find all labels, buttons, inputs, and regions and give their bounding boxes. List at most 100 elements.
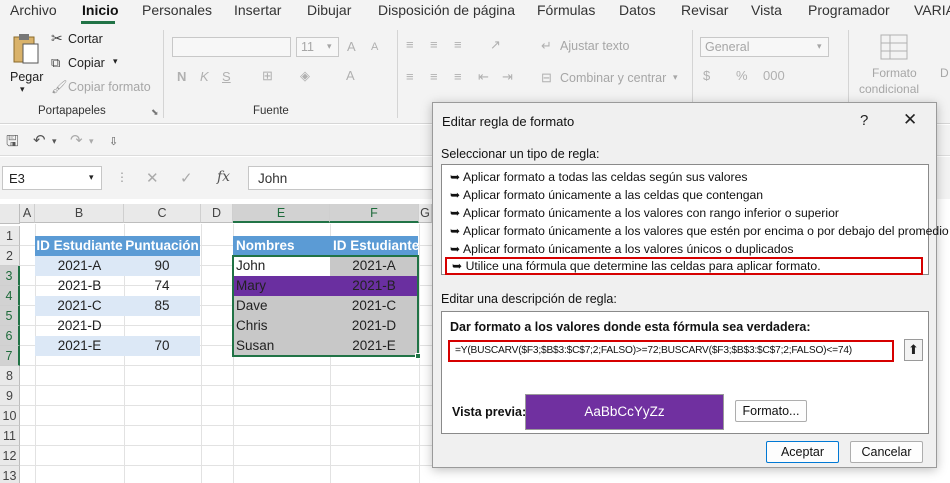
table1-cell[interactable]: 70 bbox=[124, 336, 200, 356]
help-icon[interactable]: ? bbox=[860, 112, 868, 129]
align-bottom-icon[interactable]: ≡ bbox=[454, 37, 462, 52]
fill-handle[interactable] bbox=[415, 353, 421, 359]
fill-color-icon[interactable]: ◈ bbox=[300, 68, 310, 84]
tab-dibujar[interactable]: Dibujar bbox=[307, 2, 351, 18]
enter-icon[interactable]: ✓ bbox=[180, 169, 193, 187]
row-header-8[interactable]: 8 bbox=[0, 366, 20, 386]
thousands-icon[interactable]: 000 bbox=[763, 68, 785, 83]
row-header-9[interactable]: 9 bbox=[0, 386, 20, 406]
row-header-5[interactable]: 5 bbox=[0, 306, 20, 326]
italic-icon[interactable]: K bbox=[200, 69, 209, 84]
customize-qat-icon[interactable]: ⇩ bbox=[109, 135, 118, 148]
column-header-c[interactable]: C bbox=[124, 204, 201, 223]
table1-cell[interactable]: 90 bbox=[124, 256, 200, 276]
copy-button[interactable]: ⧉ Copiar ▾ bbox=[51, 55, 131, 73]
tab-archivo[interactable]: Archivo bbox=[10, 2, 57, 18]
table1-cell[interactable]: 74 bbox=[124, 276, 200, 296]
formula-input[interactable]: John bbox=[248, 166, 433, 190]
orientation-icon[interactable]: ↗ bbox=[490, 37, 501, 53]
borders-icon[interactable]: ⊞ bbox=[262, 68, 273, 84]
align-right-icon[interactable]: ≡ bbox=[454, 69, 462, 84]
ok-button[interactable]: Aceptar bbox=[766, 441, 839, 463]
table2-header-id[interactable]: ID Estudiante bbox=[330, 236, 418, 256]
close-icon[interactable]: ✕ bbox=[903, 110, 917, 130]
underline-icon[interactable]: S bbox=[222, 69, 231, 84]
tab-inicio[interactable]: Inicio bbox=[82, 2, 119, 18]
cancel-button[interactable]: Cancelar bbox=[850, 441, 923, 463]
merge-center-button[interactable]: ⊟ Combinar y centrar ▾ bbox=[541, 70, 681, 88]
number-format-select[interactable]: General ▾ bbox=[700, 37, 829, 57]
cut-button[interactable]: ✂ Cortar bbox=[51, 30, 111, 49]
row-header-2[interactable]: 2 bbox=[0, 246, 20, 266]
undo-icon[interactable]: ↶ bbox=[33, 131, 46, 149]
tab-disposicion[interactable]: Disposición de página bbox=[378, 2, 515, 18]
row-header-3[interactable]: 3 bbox=[0, 266, 20, 286]
row-header-12[interactable]: 12 bbox=[0, 446, 20, 466]
row-header-7[interactable]: 7 bbox=[0, 346, 20, 366]
bold-icon[interactable]: N bbox=[177, 69, 186, 84]
column-header-f[interactable]: F bbox=[330, 204, 419, 223]
column-header-d[interactable]: D bbox=[201, 204, 233, 223]
table1-cell[interactable]: 2021-C bbox=[35, 296, 124, 316]
conditional-format-button[interactable]: Formato condicional bbox=[856, 30, 938, 100]
table1-cell[interactable]: 2021-E bbox=[35, 336, 124, 356]
table1-cell[interactable]: 2021-D bbox=[35, 316, 124, 336]
column-header-e[interactable]: E bbox=[233, 204, 330, 223]
percent-icon[interactable]: % bbox=[736, 68, 748, 83]
insert-function-icon[interactable]: fx bbox=[217, 169, 230, 185]
paste-button[interactable]: Pegar ▾ bbox=[6, 30, 46, 96]
increase-indent-icon[interactable]: ⇥ bbox=[502, 69, 513, 85]
tab-personales[interactable]: Personales bbox=[142, 2, 212, 18]
tab-varia[interactable]: VARIA bbox=[914, 2, 950, 18]
chevron-down-icon[interactable]: ▾ bbox=[52, 136, 57, 147]
tab-insertar[interactable]: Insertar bbox=[234, 2, 281, 18]
align-left-icon[interactable]: ≡ bbox=[406, 69, 414, 84]
format-painter-button[interactable]: 🖌 Copiar formato bbox=[51, 79, 151, 97]
table1-cell[interactable]: 2021-A bbox=[35, 256, 124, 276]
column-header-a[interactable]: A bbox=[20, 204, 35, 223]
table1-header-score[interactable]: Puntuación bbox=[124, 236, 200, 256]
tab-vista[interactable]: Vista bbox=[751, 2, 782, 18]
table1-cell[interactable] bbox=[124, 316, 200, 336]
decrease-font-icon[interactable]: A bbox=[371, 41, 378, 53]
increase-font-icon[interactable]: A bbox=[347, 39, 356, 54]
row-header-6[interactable]: 6 bbox=[0, 326, 20, 346]
align-top-icon[interactable]: ≡ bbox=[406, 37, 414, 52]
tab-formulas[interactable]: Fórmulas bbox=[537, 2, 595, 18]
chevron-down-icon[interactable]: ▾ bbox=[89, 136, 94, 147]
table2-header-names[interactable]: Nombres bbox=[233, 236, 330, 256]
tab-datos[interactable]: Datos bbox=[619, 2, 656, 18]
rule-type-item[interactable]: ➥ Aplicar formato únicamente a las celda… bbox=[450, 188, 763, 202]
table1-header-id[interactable]: ID Estudiante bbox=[35, 236, 124, 256]
column-header-g[interactable]: G bbox=[419, 204, 432, 223]
tab-programador[interactable]: Programador bbox=[808, 2, 890, 18]
rule-type-item[interactable]: ➥ Aplicar formato únicamente a los valor… bbox=[450, 224, 949, 238]
wrap-text-button[interactable]: ↵ Ajustar texto bbox=[541, 38, 631, 56]
redo-icon[interactable]: ↷ bbox=[70, 131, 83, 149]
rule-type-item[interactable]: ➥ Aplicar formato únicamente a los valor… bbox=[450, 206, 839, 220]
cancel-icon[interactable]: ✕ bbox=[146, 169, 159, 187]
row-header-10[interactable]: 10 bbox=[0, 406, 20, 426]
font-size-select[interactable]: 11 ▾ bbox=[296, 37, 339, 57]
rule-type-item[interactable]: ➥ Aplicar formato a todas las celdas seg… bbox=[450, 170, 747, 184]
table1-cell[interactable]: 85 bbox=[124, 296, 200, 316]
format-button[interactable]: Formato... bbox=[735, 400, 807, 422]
name-box[interactable]: E3 ▾ bbox=[2, 166, 102, 190]
table1-cell[interactable]: 2021-B bbox=[35, 276, 124, 296]
row-header-11[interactable]: 11 bbox=[0, 426, 20, 446]
column-header-b[interactable]: B bbox=[35, 204, 124, 223]
select-all-corner[interactable] bbox=[0, 204, 20, 224]
font-name-select[interactable] bbox=[172, 37, 291, 57]
worksheet-grid[interactable]: A B C D E F G 1 2 3 4 5 6 7 8 9 10 11 12… bbox=[0, 200, 432, 483]
currency-icon[interactable]: $ bbox=[703, 68, 710, 83]
row-header-13[interactable]: 13 bbox=[0, 466, 20, 483]
tab-revisar[interactable]: Revisar bbox=[681, 2, 728, 18]
formula-input[interactable]: =Y(BUSCARV($F3;$B$3:$C$7;2;FALSO)>=72;BU… bbox=[448, 340, 894, 362]
rule-type-item-selected[interactable]: ➥ Utilice una fórmula que determine las … bbox=[445, 257, 923, 275]
collapse-dialog-button[interactable]: ⬆ bbox=[904, 339, 923, 361]
align-middle-icon[interactable]: ≡ bbox=[430, 37, 438, 52]
save-icon[interactable]: 🖫 bbox=[6, 131, 19, 156]
row-header-4[interactable]: 4 bbox=[0, 286, 20, 306]
align-center-icon[interactable]: ≡ bbox=[430, 69, 438, 84]
decrease-indent-icon[interactable]: ⇤ bbox=[478, 69, 489, 85]
